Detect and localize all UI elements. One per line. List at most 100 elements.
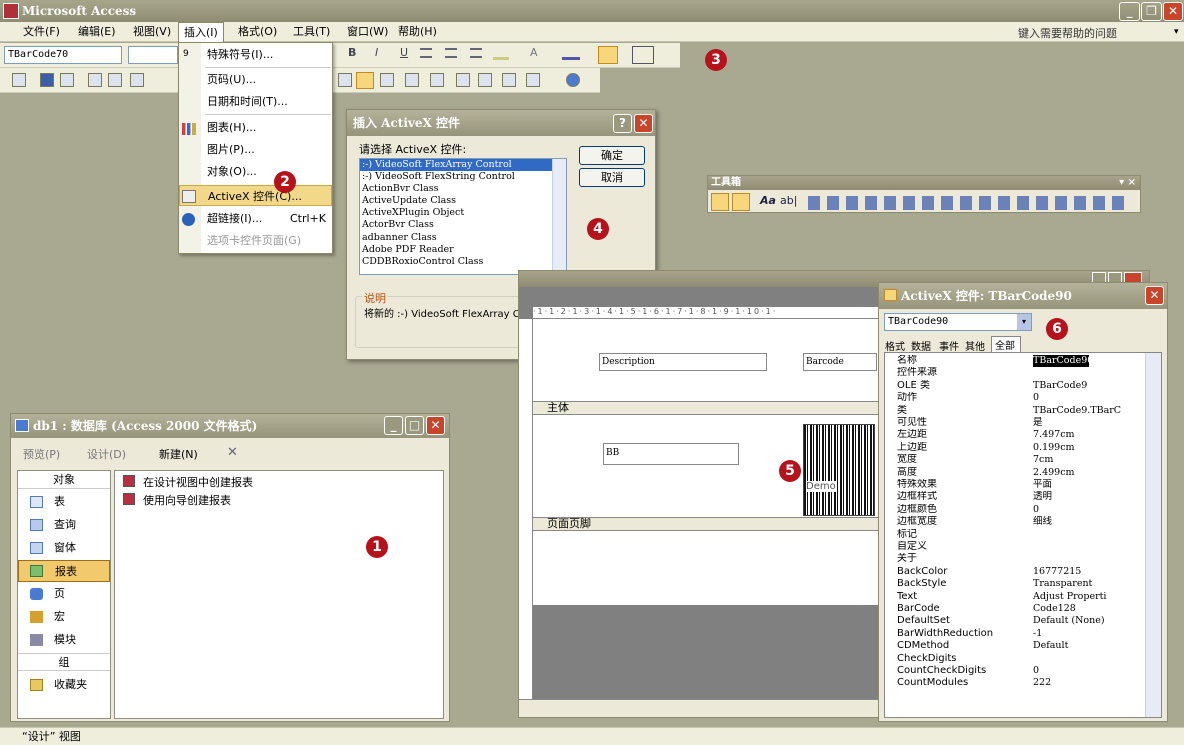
property-value[interactable]: 16777215	[1033, 566, 1145, 578]
property-value[interactable]: 0.199cm	[1033, 442, 1145, 454]
cut-icon[interactable]	[130, 73, 144, 87]
db-minimize-button[interactable]: _	[384, 416, 403, 435]
fill-color-icon[interactable]	[493, 48, 509, 60]
list-item[interactable]: 在设计视图中创建报表	[143, 474, 253, 490]
barcode-label[interactable]: Barcode	[803, 353, 877, 371]
property-row[interactable]: 特殊效果 平面	[885, 479, 1147, 491]
font-combo[interactable]	[128, 46, 178, 64]
menu-item-tab-page[interactable]: 选项卡控件页面(G)	[179, 230, 332, 251]
font-color-icon[interactable]: A	[530, 46, 538, 59]
database-window-icon[interactable]	[502, 73, 516, 87]
property-object-combo[interactable]: TBarCode90	[884, 313, 1032, 331]
property-row[interactable]: DefaultSet Default (None)	[885, 615, 1147, 627]
bold-icon[interactable]: B	[348, 46, 356, 59]
control-wizard-icon[interactable]	[732, 193, 750, 211]
restore-button[interactable]: ❐	[1141, 2, 1162, 21]
menu-view[interactable]: 视图(V)	[128, 22, 176, 42]
property-row[interactable]: 可见性 是	[885, 417, 1147, 429]
dialog-close-button[interactable]: ✕	[634, 114, 653, 133]
list-item[interactable]: :-) VideoSoft FlexArray Control	[360, 159, 566, 172]
menu-window[interactable]: 窗口(W)	[342, 22, 393, 42]
object-combo[interactable]: TBarCode70	[4, 46, 122, 64]
list-item[interactable]: ActionBvr Class	[360, 183, 566, 195]
property-value[interactable]: 7.497cm	[1033, 429, 1145, 441]
help-dropdown-icon[interactable]: ▾	[1174, 27, 1179, 37]
cancel-button[interactable]: 取消	[579, 168, 645, 187]
property-value[interactable]: 222	[1033, 677, 1145, 689]
align-left-icon[interactable]	[420, 48, 432, 58]
ok-button[interactable]: 确定	[579, 146, 645, 165]
property-value[interactable]: Default	[1033, 640, 1145, 652]
menu-item-page-number[interactable]: 页码(U)...	[179, 69, 332, 90]
property-row[interactable]: 名称 TBarCode90	[885, 355, 1147, 367]
db-close-button[interactable]: ✕	[426, 416, 445, 435]
toolbox-toggle-icon[interactable]	[356, 72, 374, 89]
dialog-help-button[interactable]: ?	[613, 114, 632, 133]
toolbox-window-controls[interactable]: ▾ ×	[1119, 176, 1136, 190]
line-color-icon[interactable]	[562, 48, 580, 60]
delete-icon[interactable]: ✕	[227, 445, 238, 460]
help-icon[interactable]	[566, 73, 580, 87]
property-row[interactable]: CountModules 222	[885, 677, 1147, 689]
menu-item-special-symbol[interactable]: 特殊符号(I)...	[179, 44, 332, 65]
view-icon[interactable]	[12, 73, 26, 87]
property-row[interactable]: 关于	[885, 553, 1147, 565]
property-value[interactable]: TBarCode9	[1033, 380, 1145, 392]
property-row[interactable]: 控件来源	[885, 367, 1147, 379]
property-value[interactable]: 透明	[1033, 491, 1145, 503]
list-item[interactable]: adbanner Class	[360, 232, 566, 244]
select-objects-icon[interactable]	[711, 193, 729, 211]
property-value[interactable]: 平面	[1033, 479, 1145, 491]
horizontal-scrollbar[interactable]	[519, 699, 889, 717]
new-object-icon[interactable]	[526, 73, 540, 87]
db-preview-button[interactable]: 预览(P)	[23, 446, 60, 462]
list-item[interactable]: ActorBvr Class	[360, 219, 566, 231]
property-row[interactable]: 宽度 7cm	[885, 454, 1147, 466]
property-value[interactable]: 0	[1033, 504, 1145, 516]
menu-insert[interactable]: 插入(I)	[178, 22, 224, 42]
property-row[interactable]: 高度 2.499cm	[885, 467, 1147, 479]
property-value[interactable]: 0	[1033, 665, 1145, 677]
menu-edit[interactable]: 编辑(E)	[73, 22, 121, 42]
property-row[interactable]: CheckDigits	[885, 653, 1147, 665]
detail-section-bar[interactable]: 主体	[533, 401, 893, 415]
menu-item-activex-control[interactable]: ActiveX 控件(C)...	[179, 185, 332, 206]
autoformat-icon[interactable]	[405, 73, 419, 87]
list-item[interactable]: CDDBRoxioControl Class	[360, 256, 566, 268]
property-row[interactable]: 边框样式 透明	[885, 491, 1147, 503]
save-icon[interactable]	[40, 73, 54, 87]
menu-tools[interactable]: 工具(T)	[288, 22, 335, 42]
property-row[interactable]: CDMethod Default	[885, 640, 1147, 652]
property-row[interactable]: BackStyle Transparent	[885, 578, 1147, 590]
property-row[interactable]: Text Adjust Properti	[885, 591, 1147, 603]
property-row[interactable]: 上边距 0.199cm	[885, 442, 1147, 454]
minimize-button[interactable]: _	[1119, 2, 1140, 21]
menu-item-picture[interactable]: 图片(P)...	[179, 139, 332, 160]
barcode-control[interactable]: Demo	[803, 424, 875, 516]
tab-event[interactable]: 事件	[939, 338, 959, 353]
chevron-down-icon[interactable]: ▾	[1017, 314, 1031, 330]
property-row[interactable]: BarWidthReduction -1	[885, 628, 1147, 640]
db-new-button[interactable]: 新建(N)	[159, 446, 198, 462]
menu-item-date-time[interactable]: 日期和时间(T)...	[179, 91, 332, 112]
print-icon[interactable]	[88, 73, 102, 87]
properties-icon[interactable]	[456, 73, 470, 87]
property-row[interactable]: BackColor 16777215	[885, 566, 1147, 578]
tab-all[interactable]: 全部	[991, 336, 1021, 352]
property-row[interactable]: 边框宽度 细线	[885, 516, 1147, 528]
textbox-icon[interactable]: ab|	[780, 194, 797, 207]
activex-control-list[interactable]: :-) VideoSoft FlexArray Control :-) Vide…	[359, 158, 567, 275]
border-style-icon[interactable]	[632, 46, 654, 64]
menu-format[interactable]: 格式(O)	[233, 22, 282, 42]
property-value[interactable]: -1	[1033, 628, 1145, 640]
align-center-icon[interactable]	[445, 48, 457, 58]
list-item[interactable]: Adobe PDF Reader	[360, 244, 566, 256]
italic-icon[interactable]: I	[375, 46, 378, 59]
property-value[interactable]: Code128	[1033, 603, 1145, 615]
line-width-icon[interactable]	[598, 46, 618, 64]
page-footer-section-bar[interactable]: 页面页脚	[533, 517, 893, 531]
db-design-button[interactable]: 设计(D)	[87, 446, 126, 462]
property-row[interactable]: BarCode Code128	[885, 603, 1147, 615]
property-row[interactable]: 自定义	[885, 541, 1147, 553]
property-row[interactable]: CountCheckDigits 0	[885, 665, 1147, 677]
